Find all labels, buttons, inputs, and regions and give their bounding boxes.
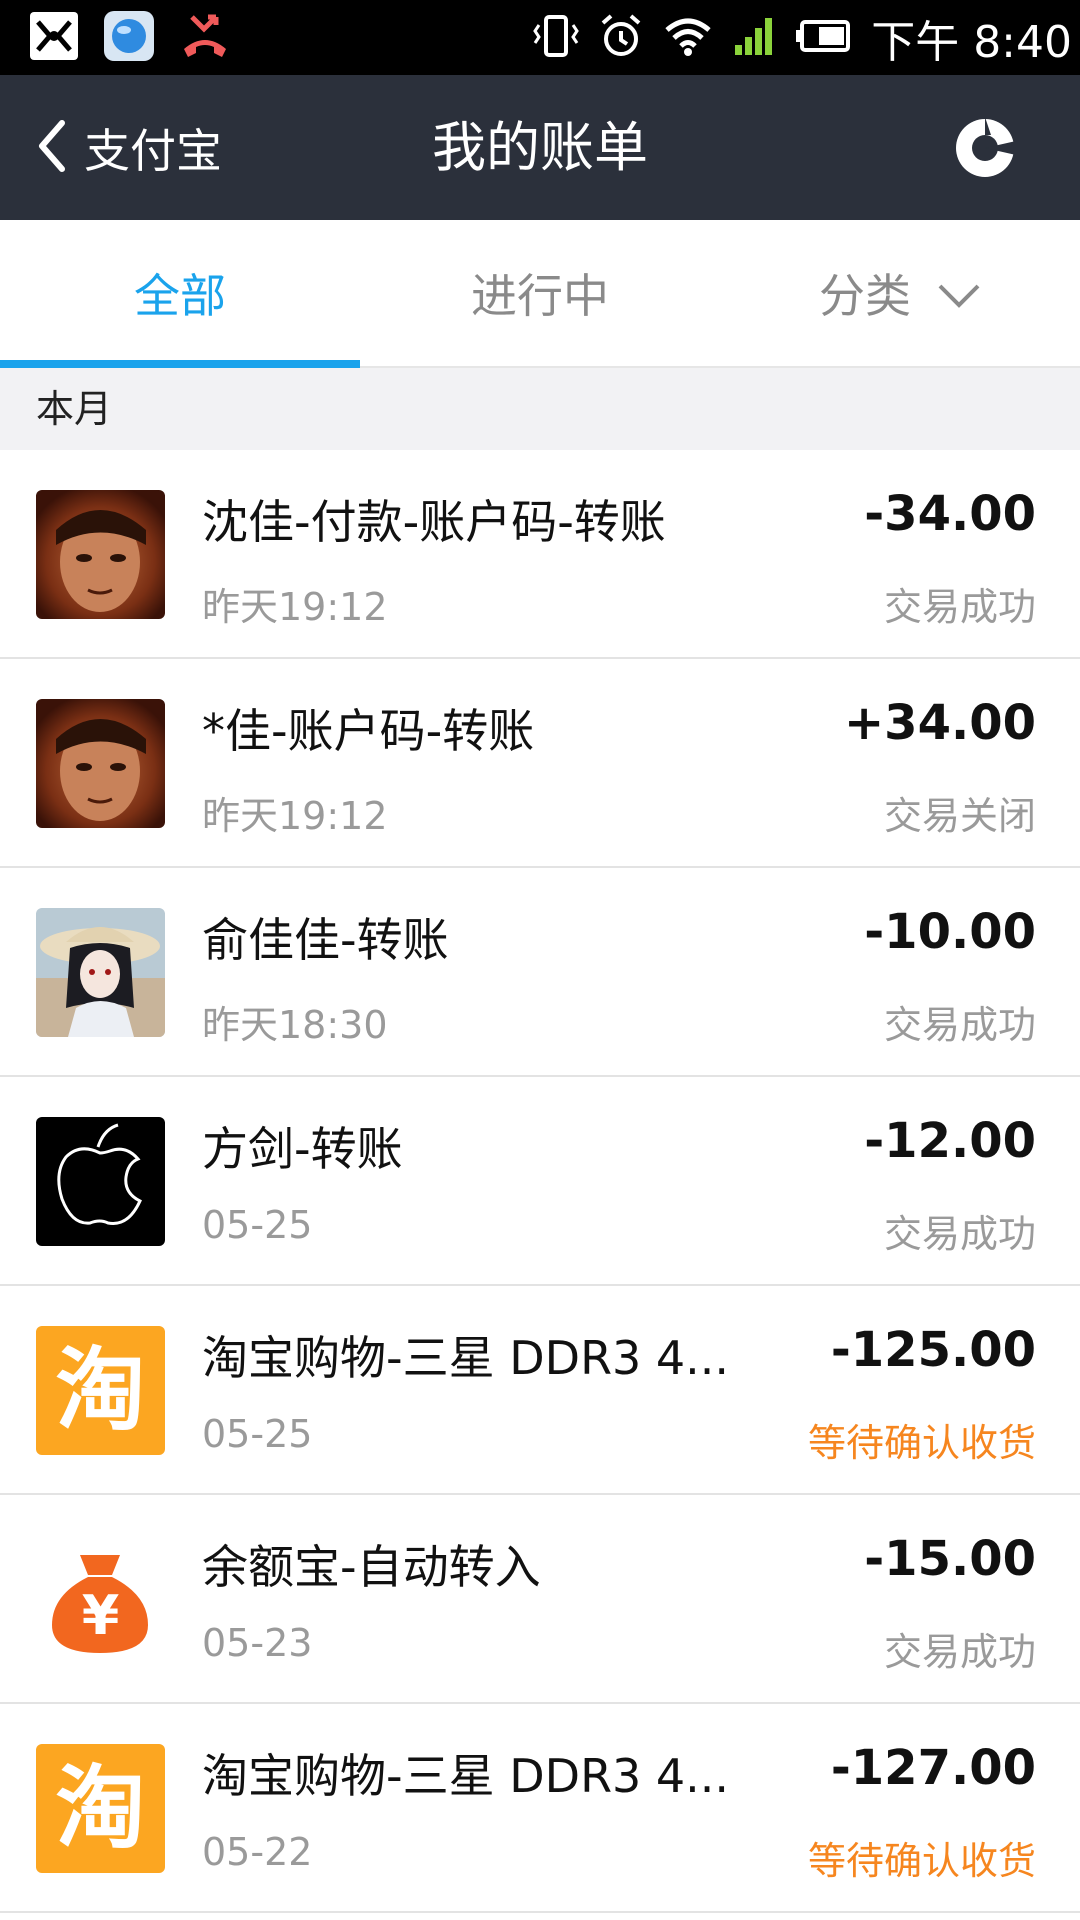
active-tab-indicator: [0, 360, 360, 368]
yuebao-currency-symbol: ¥: [81, 1584, 120, 1647]
transaction-date: 昨天19:12: [202, 794, 388, 838]
apple-sketch-logo: [36, 1117, 165, 1246]
tab-category-label: 分类: [819, 269, 911, 323]
transaction-amount: -127.00: [830, 1740, 1036, 1796]
person-photo: [36, 699, 165, 828]
transaction-status: 等待确认收货: [807, 1421, 1036, 1465]
transaction-title: 余额宝-自动转入: [202, 1540, 541, 1594]
transaction-date: 昨天18:30: [202, 1003, 388, 1047]
transaction-amount: -12.00: [864, 1113, 1036, 1169]
chevron-down-icon: [937, 266, 981, 320]
section-label: 本月: [36, 387, 113, 431]
taobao-logo: 淘: [36, 1744, 165, 1873]
tab-in-progress[interactable]: 进行中: [360, 220, 720, 366]
filter-tabs: 全部 进行中 分类: [0, 220, 1080, 368]
transaction-list: 沈佳-付款-账户码-转账 昨天19:12 -34.00 交易成功 *佳-账户码-…: [0, 450, 1080, 1913]
status-bar-notifications: [28, 9, 232, 67]
transaction-row[interactable]: 俞佳佳-转账 昨天18:30 -10.00 交易成功: [0, 868, 1080, 1077]
transaction-amount: -34.00: [864, 486, 1036, 542]
signal-icon: [733, 15, 775, 61]
transaction-row[interactable]: 淘 淘宝购物-三星 DDR3 4... 05-22 -127.00 等待确认收货: [0, 1704, 1080, 1913]
transaction-row[interactable]: 沈佳-付款-账户码-转账 昨天19:12 -34.00 交易成功: [0, 450, 1080, 659]
month-section-header: 本月: [0, 368, 1080, 450]
wifi-icon: [663, 14, 713, 62]
transaction-date: 昨天19:12: [202, 585, 388, 629]
transaction-status: 交易成功: [883, 585, 1036, 629]
tab-category[interactable]: 分类: [720, 220, 1080, 366]
transaction-date: 05-25: [202, 1203, 313, 1247]
transaction-amount: -15.00: [864, 1531, 1036, 1587]
pie-chart-icon[interactable]: [954, 117, 1016, 179]
taobao-logo-text: 淘: [55, 1337, 146, 1443]
transaction-row[interactable]: 方剑-转账 05-25 -12.00 交易成功: [0, 1077, 1080, 1286]
taobao-logo-text: 淘: [55, 1755, 146, 1861]
anime-girl-photo: [36, 908, 165, 1037]
transaction-row[interactable]: *佳-账户码-转账 昨天19:12 +34.00 交易关闭: [0, 659, 1080, 868]
vibrate-icon: [533, 13, 580, 63]
battery-icon: [795, 19, 851, 57]
transaction-date: 05-22: [202, 1830, 313, 1874]
transaction-title: 沈佳-付款-账户码-转账: [202, 495, 666, 549]
transaction-status: 交易成功: [883, 1212, 1036, 1256]
chevron-left-icon: [36, 119, 66, 177]
transaction-row[interactable]: 淘 淘宝购物-三星 DDR3 4... 05-25 -125.00 等待确认收货: [0, 1286, 1080, 1495]
transaction-status: 交易关闭: [883, 794, 1036, 838]
transaction-title: 俞佳佳-转账: [202, 913, 449, 967]
person-photo: [36, 490, 165, 619]
transaction-title: *佳-账户码-转账: [202, 704, 535, 758]
transaction-date: 05-25: [202, 1412, 313, 1456]
transaction-title: 方剑-转账: [202, 1122, 403, 1176]
browser-notification-icon: [102, 9, 156, 67]
transaction-status: 等待确认收货: [807, 1839, 1036, 1883]
transaction-title: 淘宝购物-三星 DDR3 4...: [202, 1331, 730, 1385]
transaction-status: 交易成功: [883, 1630, 1036, 1674]
status-bar-system: 下午 8:40: [533, 10, 1072, 68]
taobao-logo: 淘: [36, 1326, 165, 1455]
transaction-status: 交易成功: [883, 1003, 1036, 1047]
tab-all[interactable]: 全部: [0, 220, 360, 366]
status-bar: 下午 8:40: [0, 0, 1080, 75]
app-notification-icon: [28, 10, 80, 66]
transaction-date: 05-23: [202, 1621, 313, 1665]
back-label: 支付宝: [84, 123, 222, 178]
title-bar: 支付宝 我的账单: [0, 75, 1080, 220]
transaction-amount: -10.00: [864, 904, 1036, 960]
yuebao-money-bag-icon: ¥: [36, 1535, 165, 1664]
transaction-amount: +34.00: [843, 695, 1036, 751]
alarm-icon: [599, 13, 643, 63]
missed-call-icon: [178, 9, 232, 67]
transaction-row[interactable]: ¥ 余额宝-自动转入 05-23 -15.00 交易成功: [0, 1495, 1080, 1704]
transaction-title: 淘宝购物-三星 DDR3 4...: [202, 1749, 730, 1803]
status-time: 下午 8:40: [871, 17, 1072, 68]
transaction-amount: -125.00: [830, 1322, 1036, 1378]
back-button[interactable]: 支付宝: [36, 75, 222, 220]
